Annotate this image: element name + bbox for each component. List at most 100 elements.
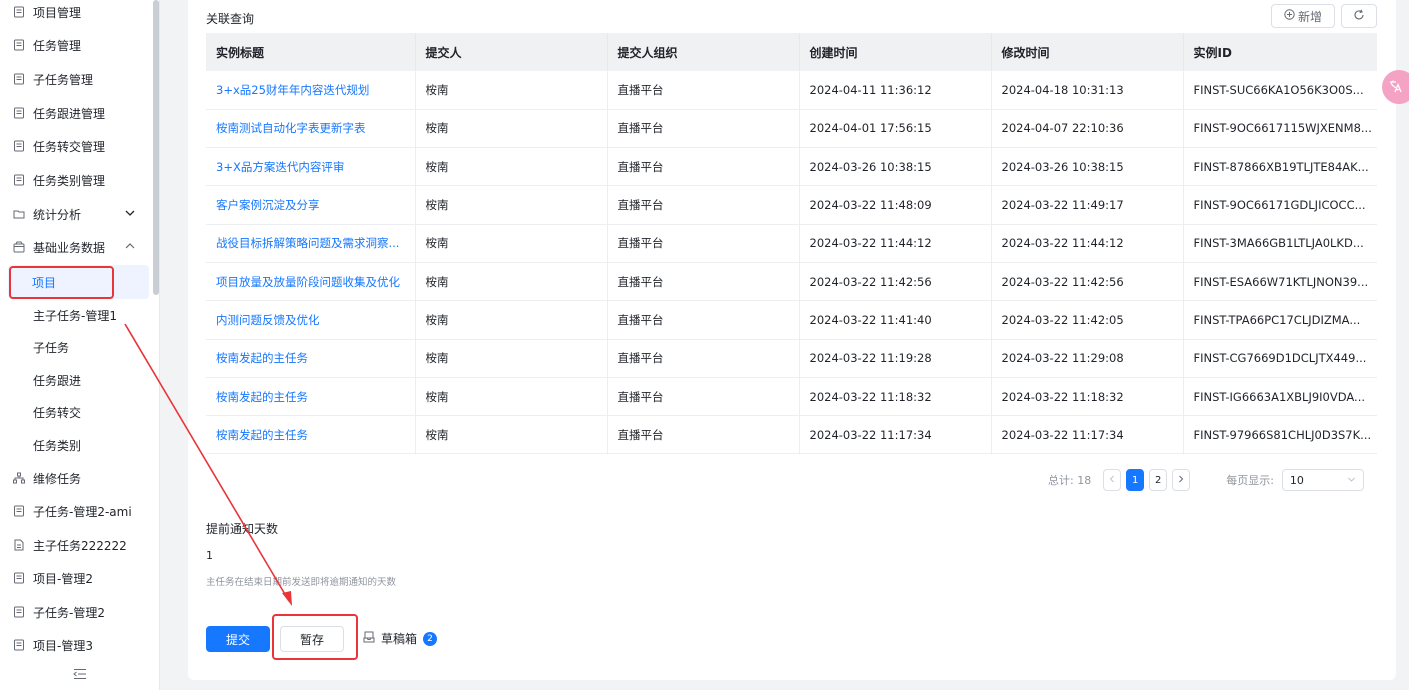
sidebar-sub-item-transfer[interactable]: 任务转交 xyxy=(0,395,154,429)
folder-icon xyxy=(12,207,26,221)
sidebar-item-category-mgmt[interactable]: 任务类别管理 xyxy=(0,163,154,197)
table-cell: 桉南 xyxy=(415,185,608,225)
table-cell: 桉南 xyxy=(415,377,608,417)
sidebar-item-label: 任务跟进 xyxy=(33,373,82,388)
sidebar-item-repair[interactable]: 维修任务 xyxy=(0,461,154,495)
sidebar-item-base-data[interactable]: 基础业务数据 xyxy=(0,230,154,264)
table-cell: 桉南 xyxy=(415,224,608,263)
doc-icon xyxy=(12,638,26,652)
sidebar-item-subtask-mgmt[interactable]: 子任务管理 xyxy=(0,62,154,96)
sidebar-item-statistics[interactable]: 统计分析 xyxy=(0,197,154,231)
submit-button[interactable]: 提交 xyxy=(206,626,270,652)
sidebar-item-transfer-mgmt[interactable]: 任务转交管理 xyxy=(0,129,154,163)
doc-icon xyxy=(12,571,26,585)
table-row[interactable]: 3+X品方案迭代内容评审 桉南 直播平台 2024-03-26 10:38:15 202… xyxy=(206,147,1377,187)
sidebar-sub-item-subtask[interactable]: 子任务 xyxy=(0,330,154,364)
instance-title-link[interactable]: 项目放量及放量阶段问题收集及优化 xyxy=(206,262,416,302)
column-header[interactable]: 创建时间 xyxy=(799,33,992,71)
column-header[interactable]: 提交人组织 xyxy=(607,33,800,71)
refresh-button[interactable] xyxy=(1341,4,1377,28)
sidebar-item-followup-mgmt[interactable]: 任务跟进管理 xyxy=(0,96,154,130)
table-cell: 桉南 xyxy=(415,262,608,302)
table-cell: 桉南 xyxy=(415,147,608,187)
table-cell: 直播平台 xyxy=(607,377,800,417)
doc-icon xyxy=(12,173,26,187)
instance-title-link[interactable]: 3+X品方案迭代内容评审 xyxy=(206,147,416,187)
next-page-button[interactable] xyxy=(1172,469,1191,491)
translate-float-button[interactable] xyxy=(1382,70,1409,104)
sidebar-item-subtask-mgmt2[interactable]: 子任务-管理2 xyxy=(0,595,154,629)
table-cell: FINST-ESA66W71KTLJNON39... xyxy=(1183,262,1377,302)
doc-icon xyxy=(12,72,26,86)
column-header[interactable]: 实例标题 xyxy=(206,33,416,71)
instance-title-link[interactable]: 桉南发起的主任务 xyxy=(206,377,416,417)
page-size-label: 每页显示: xyxy=(1226,474,1274,487)
table-row[interactable]: 桉南发起的主任务 桉南 直播平台 2024-03-22 11:19:28 2024-03… xyxy=(206,339,1377,378)
table-row[interactable]: 3+x品25财年年内容迭代规划 桉南 直播平台 2024-04-11 11:36:12… xyxy=(206,71,1377,110)
table-cell: 桉南 xyxy=(415,71,608,110)
page-1-button[interactable]: 1 xyxy=(1126,469,1145,491)
column-header[interactable]: 实例ID xyxy=(1183,33,1377,71)
sidebar-sub-item-category[interactable]: 任务类别 xyxy=(0,428,154,462)
table-cell: 2024-03-22 11:42:05 xyxy=(991,300,1184,340)
collapse-sidebar-button[interactable] xyxy=(0,660,160,690)
sidebar-sub-item-followup[interactable]: 任务跟进 xyxy=(0,363,154,397)
column-header[interactable]: 修改时间 xyxy=(991,33,1184,71)
table-row[interactable]: 战役目标拆解策略问题及需求洞察... 桉南 直播平台 2024-03-22 11:44… xyxy=(206,224,1377,263)
sidebar-item-label: 子任务-管理2-ami xyxy=(33,504,132,519)
table-cell: 直播平台 xyxy=(607,262,800,302)
table-cell: 2024-03-22 11:44:12 xyxy=(799,224,992,263)
table-cell: 2024-03-22 11:29:08 xyxy=(991,339,1184,378)
instance-title-link[interactable]: 客户案例沉淀及分享 xyxy=(206,185,416,225)
table-row[interactable]: 桉南测试自动化字表更新字表 桉南 直播平台 2024-04-01 17:56:15 20… xyxy=(206,109,1377,149)
sidebar-sub-item-main-subtask-1[interactable]: 主子任务-管理1 xyxy=(0,298,154,332)
table-cell: FINST-TPA66PC17CLJDIZMA... xyxy=(1183,300,1377,340)
sidebar-item-label: 项目-管理3 xyxy=(33,638,93,653)
table-cell: 2024-03-22 11:18:32 xyxy=(991,377,1184,417)
advance-notice-days-value[interactable]: 1 xyxy=(206,549,213,562)
sidebar-item-project-mgmt[interactable]: 项目管理 xyxy=(0,0,154,29)
prev-page-button[interactable] xyxy=(1103,469,1122,491)
instance-title-link[interactable]: 桉南测试自动化字表更新字表 xyxy=(206,109,416,149)
add-new-button[interactable]: 新增 xyxy=(1271,4,1335,28)
instance-title-link[interactable]: 3+x品25财年年内容迭代规划 xyxy=(206,71,416,110)
table-cell: 2024-03-26 10:38:15 xyxy=(799,147,992,187)
page-size-select[interactable]: 10 xyxy=(1281,469,1364,491)
table-header-row: 实例标题 提交人 提交人组织 创建时间 修改时间 实例ID xyxy=(206,33,1377,71)
instance-title-link[interactable]: 内测问题反馈及优化 xyxy=(206,300,416,340)
sidebar-item-subtask-mgmt2-ami[interactable]: 子任务-管理2-ami xyxy=(0,494,154,528)
sidebar-item-label: 统计分析 xyxy=(33,207,82,222)
table-cell: 2024-03-26 10:38:15 xyxy=(991,147,1184,187)
instance-title-link[interactable]: 桉南发起的主任务 xyxy=(206,339,416,378)
table-row[interactable]: 桉南发起的主任务 桉南 直播平台 2024-03-22 11:17:34 2024-03… xyxy=(206,415,1377,455)
table-cell: FINST-CG7669D1DCLJTX449... xyxy=(1183,339,1377,378)
table-cell: 桉南 xyxy=(415,339,608,378)
plus-circle-icon xyxy=(1284,9,1295,23)
table-cell: 2024-03-22 11:19:28 xyxy=(799,339,992,378)
sidebar-item-project-mgmt2[interactable]: 项目-管理2 xyxy=(0,561,154,595)
table-cell: 桉南 xyxy=(415,300,608,340)
table-row[interactable]: 桉南发起的主任务 桉南 直播平台 2024-03-22 11:18:32 2024-03… xyxy=(206,377,1377,417)
table-cell: 2024-03-22 11:42:56 xyxy=(799,262,992,302)
instance-title-link[interactable]: 战役目标拆解策略问题及需求洞察... xyxy=(206,224,416,263)
sidebar-item-main-subtask-222222[interactable]: 主子任务222222 xyxy=(0,528,154,562)
tree-icon xyxy=(12,471,26,485)
table-cell: 直播平台 xyxy=(607,147,800,187)
page-2-button[interactable]: 2 xyxy=(1149,469,1168,491)
column-header[interactable]: 提交人 xyxy=(415,33,608,71)
drafts-box-link[interactable]: 草稿箱 2 xyxy=(363,630,438,647)
sidebar-item-task-mgmt[interactable]: 任务管理 xyxy=(0,28,154,62)
table-row[interactable]: 客户案例沉淀及分享 桉南 直播平台 2024-03-22 11:48:09 2024-0… xyxy=(206,185,1377,225)
table-cell: 直播平台 xyxy=(607,185,800,225)
table-row[interactable]: 内测问题反馈及优化 桉南 直播平台 2024-03-22 11:41:40 2024-0… xyxy=(206,300,1377,340)
table-row[interactable]: 项目放量及放量阶段问题收集及优化 桉南 直播平台 2024-03-22 11:42:5… xyxy=(206,262,1377,302)
sidebar-item-project-mgmt3[interactable]: 项目-管理3 xyxy=(0,628,154,662)
chevron-left-icon xyxy=(1108,475,1116,486)
table-cell: 直播平台 xyxy=(607,339,800,378)
table-cell: FINST-IG6663A1XBLJ9I0VDA... xyxy=(1183,377,1377,417)
instance-title-link[interactable]: 桉南发起的主任务 xyxy=(206,415,416,455)
sidebar-item-label: 维修任务 xyxy=(33,471,82,486)
doc-icon xyxy=(12,605,26,619)
box-icon xyxy=(12,240,26,254)
page-size-value: 10 xyxy=(1289,473,1304,487)
